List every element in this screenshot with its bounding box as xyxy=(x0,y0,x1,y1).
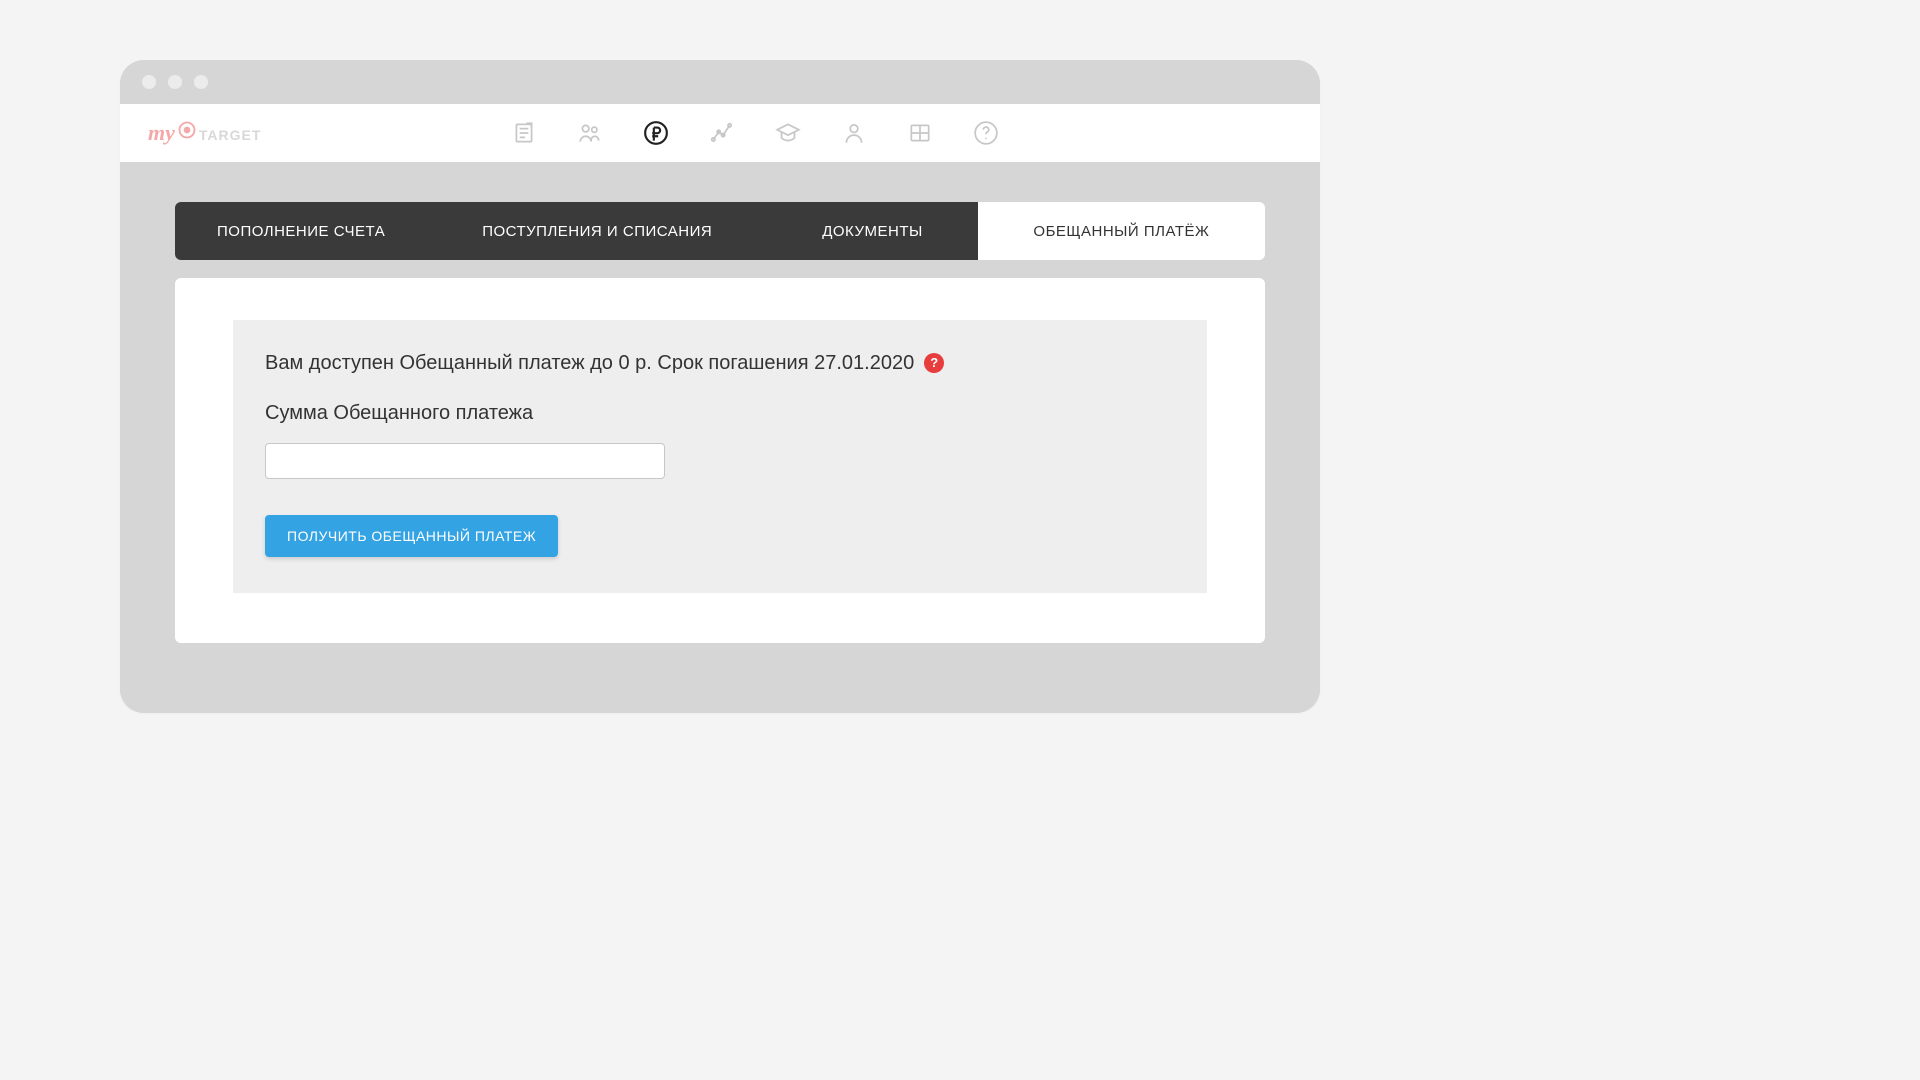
campaigns-icon[interactable] xyxy=(511,120,537,146)
brand-logo[interactable]: my TARGET xyxy=(148,120,261,146)
tab-documents[interactable]: ДОКУМЕНТЫ xyxy=(767,202,978,260)
promised-payment-block: Вам доступен Обещанный платеж до 0 р. Ср… xyxy=(233,320,1207,593)
billing-icon[interactable] xyxy=(643,120,669,146)
promised-help-icon[interactable]: ? xyxy=(924,353,944,373)
top-nav xyxy=(511,120,999,146)
tab-promised-payment[interactable]: ОБЕЩАННЫЙ ПЛАТЁЖ xyxy=(978,202,1265,260)
traffic-maximize-icon[interactable] xyxy=(194,75,208,89)
logo-target-icon xyxy=(177,120,197,146)
app-body: ПОПОЛНЕНИЕ СЧЕТА ПОСТУПЛЕНИЯ И СПИСАНИЯ … xyxy=(120,162,1320,713)
tab-transactions[interactable]: ПОСТУПЛЕНИЯ И СПИСАНИЯ xyxy=(427,202,767,260)
content-card: Вам доступен Обещанный платеж до 0 р. Ср… xyxy=(175,278,1265,643)
tab-topup[interactable]: ПОПОЛНЕНИЕ СЧЕТА xyxy=(175,202,427,260)
amount-label: Сумма Обещанного платежа xyxy=(265,402,1175,425)
browser-window: my TARGET xyxy=(120,60,1320,713)
promised-info-line: Вам доступен Обещанный платеж до 0 р. Ср… xyxy=(265,350,1175,376)
billing-tabs: ПОПОЛНЕНИЕ СЧЕТА ПОСТУПЛЕНИЯ И СПИСАНИЯ … xyxy=(175,202,1265,260)
browser-titlebar xyxy=(120,60,1320,104)
stats-icon[interactable] xyxy=(709,120,735,146)
traffic-minimize-icon[interactable] xyxy=(168,75,182,89)
promised-info-text: Вам доступен Обещанный платеж до 0 р. Ср… xyxy=(265,350,914,376)
audiences-icon[interactable] xyxy=(577,120,603,146)
apps-icon[interactable] xyxy=(907,120,933,146)
logo-script: my xyxy=(148,120,175,146)
amount-input[interactable] xyxy=(265,443,665,479)
logo-tail: TARGET xyxy=(199,127,262,143)
help-icon[interactable] xyxy=(973,120,999,146)
traffic-close-icon[interactable] xyxy=(142,75,156,89)
profile-icon[interactable] xyxy=(841,120,867,146)
app-header: my TARGET xyxy=(120,104,1320,162)
education-icon[interactable] xyxy=(775,120,801,146)
get-promised-payment-button[interactable]: ПОЛУЧИТЬ ОБЕЩАННЫЙ ПЛАТЕЖ xyxy=(265,515,558,557)
